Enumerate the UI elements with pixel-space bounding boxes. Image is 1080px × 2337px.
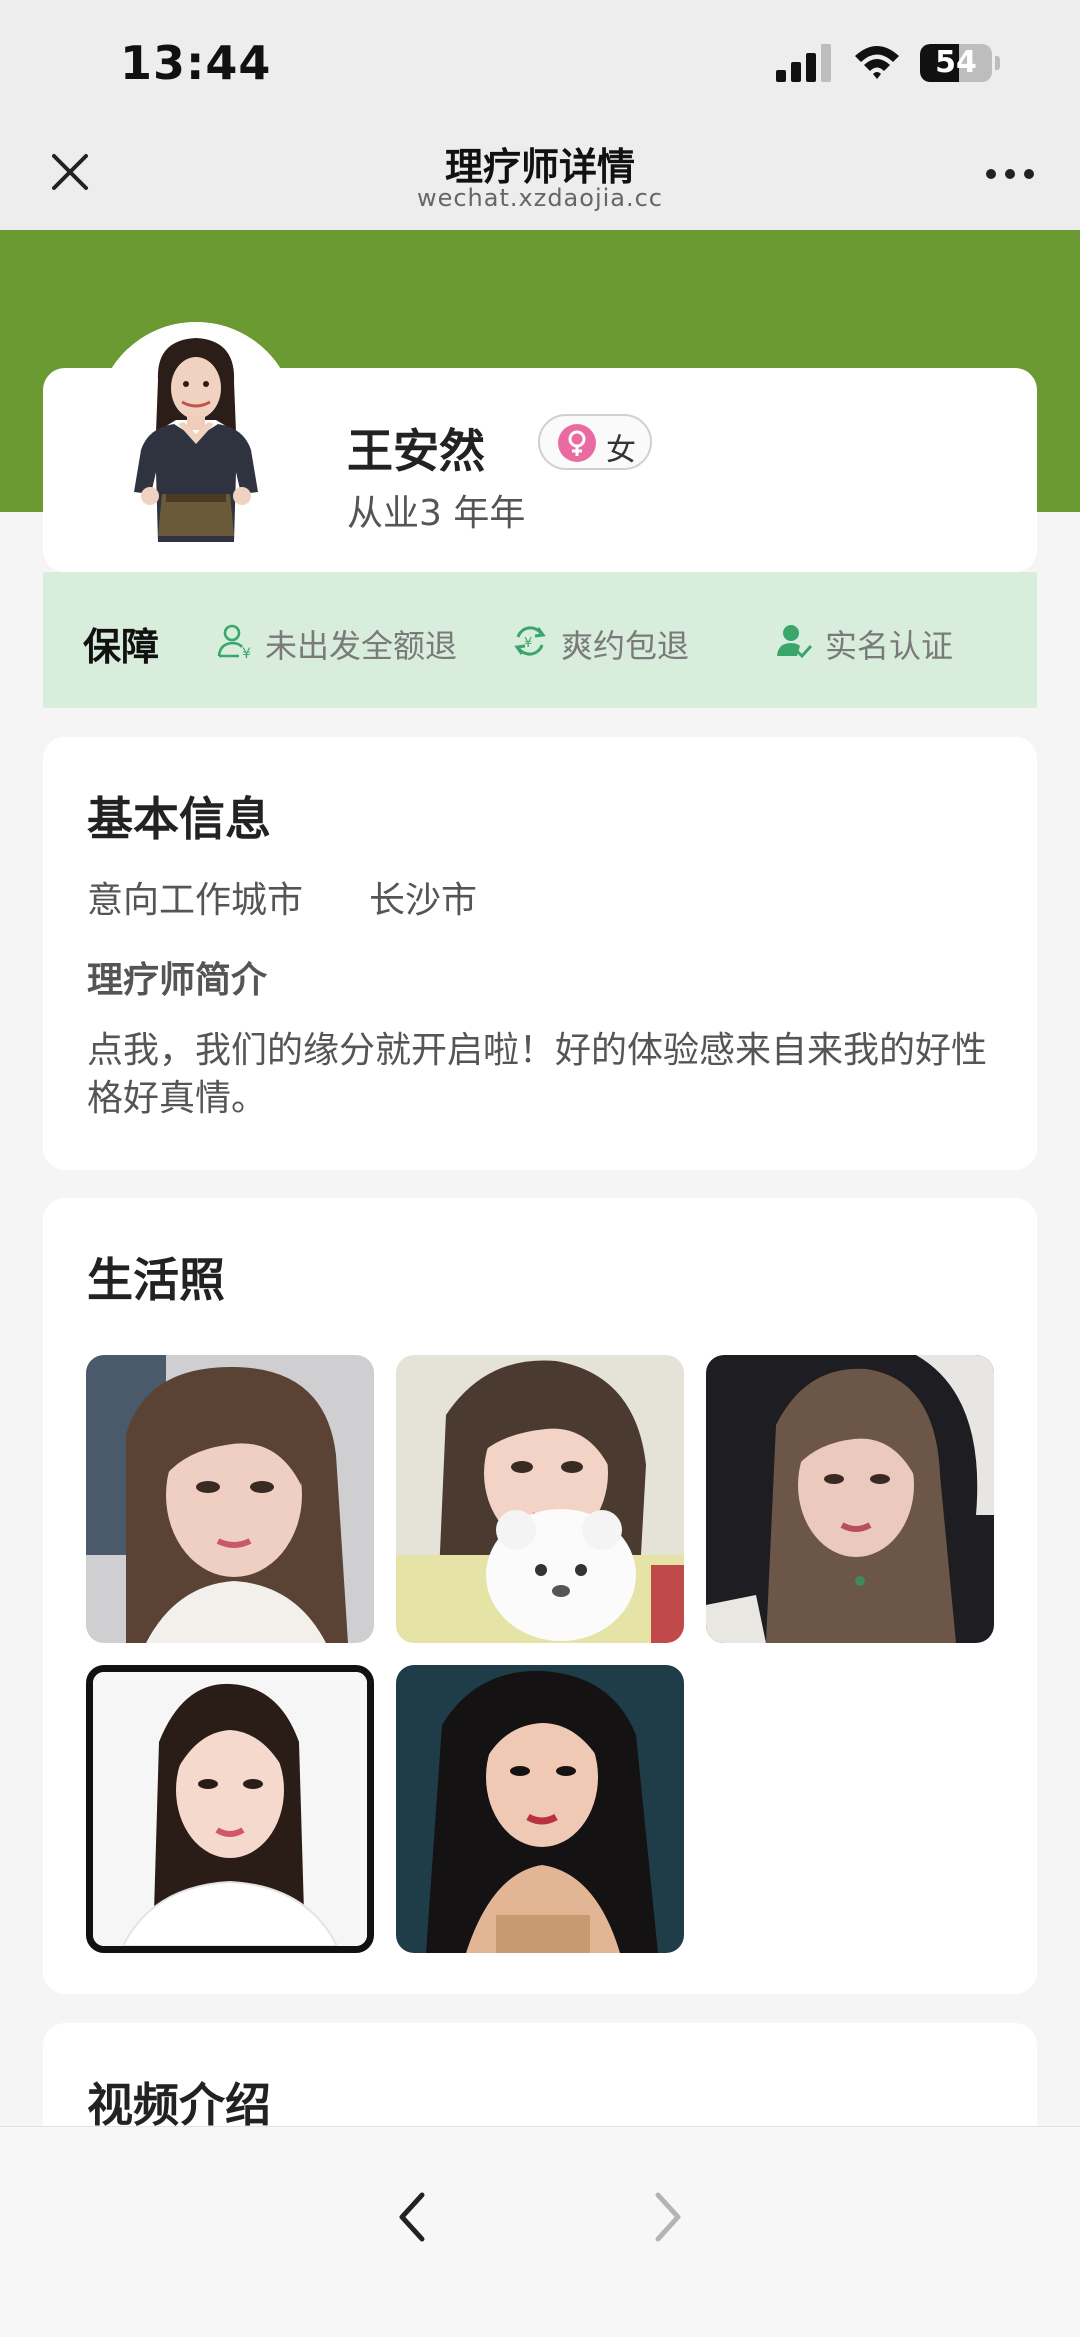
guarantee-title: 保障 — [83, 625, 160, 669]
experience-years: 从业3 年年 — [347, 493, 526, 534]
life-photo[interactable] — [86, 1665, 374, 1953]
guarantee-section: 保障 ¥ 未出发全额退 ¥ 爽约包退 实名认证 — [43, 572, 1037, 708]
gender-badge: 女 — [538, 414, 652, 470]
life-photo[interactable] — [396, 1355, 684, 1643]
gender-label: 女 — [606, 433, 636, 468]
status-time: 13:44 — [120, 36, 272, 90]
cellular-signal-icon — [776, 44, 831, 82]
refund-icon: ¥ — [217, 624, 251, 660]
life-photos-title: 生活照 — [87, 1253, 225, 1307]
life-photo[interactable] — [396, 1665, 684, 1953]
avatar[interactable] — [96, 322, 296, 542]
page-title: 理疗师详情 — [444, 145, 635, 189]
intro-text: 点我，我们的缘分就开启啦！好的体验感来自来我的好性格好真情。 — [87, 1030, 988, 1119]
status-bar: 13:44 54 — [0, 0, 1080, 122]
svg-text:¥: ¥ — [242, 646, 251, 660]
battery-indicator: 54 — [920, 44, 992, 82]
life-photo[interactable] — [706, 1355, 994, 1643]
browser-toolbar — [0, 2126, 1080, 2337]
svg-text:¥: ¥ — [524, 636, 532, 651]
chevron-right-icon[interactable] — [648, 2187, 688, 2247]
nav-bar: 理疗师详情 wechat.xzdaojia.cc — [0, 122, 1080, 230]
life-photo[interactable] — [86, 1355, 374, 1643]
guarantee-label: 爽约包退 — [561, 627, 690, 665]
page-url: wechat.xzdaojia.cc — [416, 184, 664, 212]
intro-title: 理疗师简介 — [87, 960, 268, 1001]
chevron-left-icon[interactable] — [392, 2187, 432, 2247]
more-icon[interactable] — [984, 166, 1036, 182]
battery-label: 54 — [935, 45, 977, 80]
guarantee-label: 未出发全额退 — [265, 627, 458, 665]
city-label: 意向工作城市 — [87, 880, 304, 921]
basic-info-card: 基本信息 意向工作城市 长沙市 理疗师简介 点我，我们的缘分就开启啦！好的体验感… — [43, 737, 1037, 1170]
city-value: 长沙市 — [369, 880, 478, 921]
life-photos-card: 生活照 — [43, 1198, 1037, 1994]
therapist-name: 王安然 — [347, 424, 485, 478]
guarantee-label: 实名认证 — [825, 627, 954, 665]
verified-user-icon — [777, 625, 813, 659]
female-icon — [558, 424, 596, 462]
wifi-icon — [855, 46, 899, 79]
refresh-icon: ¥ — [514, 626, 546, 656]
basic-info-title: 基本信息 — [87, 792, 271, 846]
